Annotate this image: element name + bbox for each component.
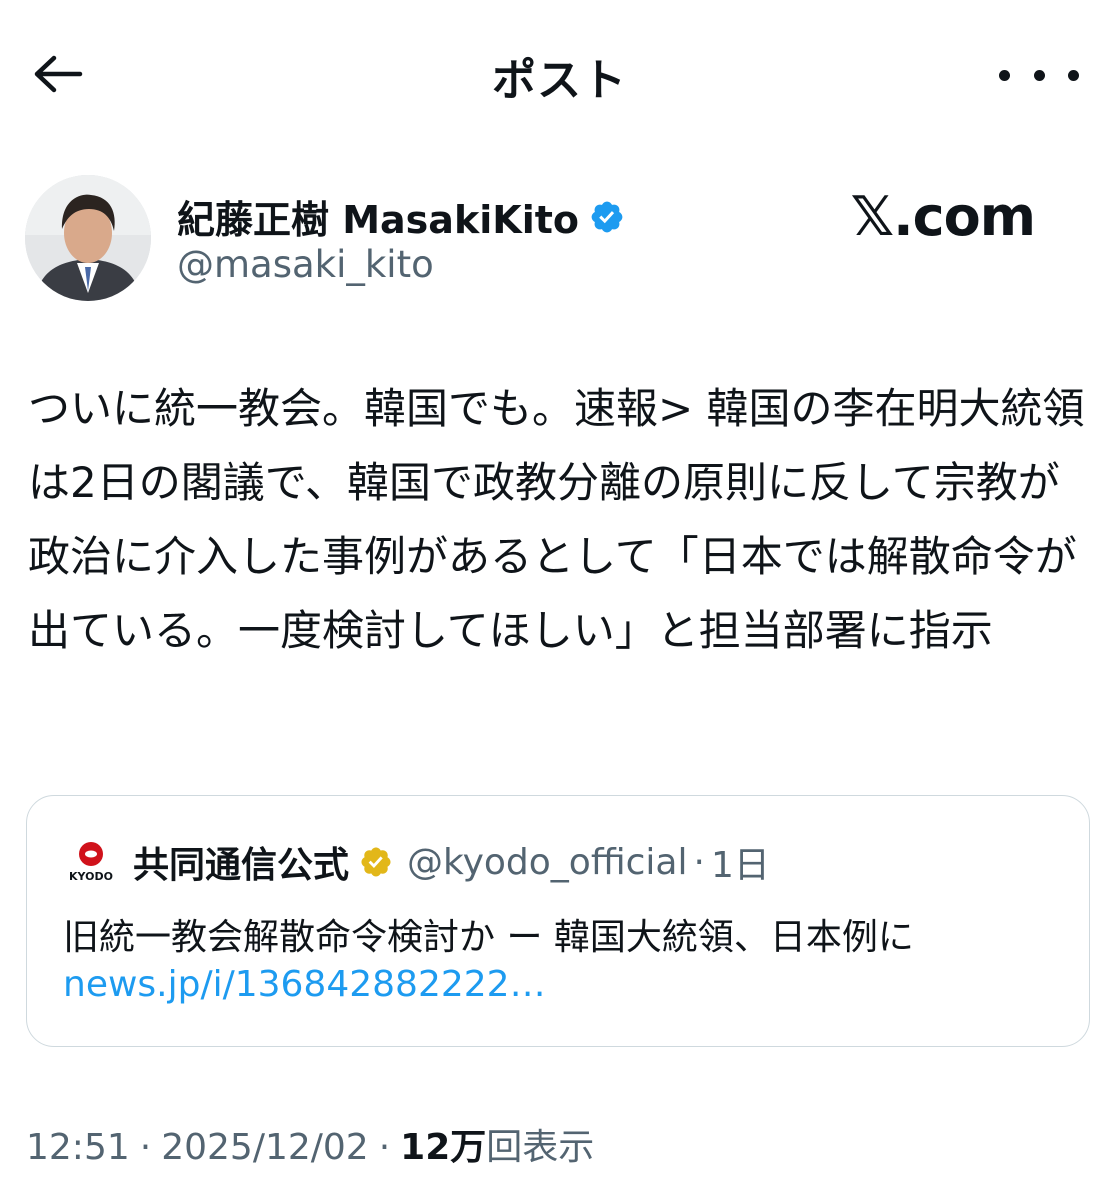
svg-text:KYODO: KYODO [69,870,113,883]
post-date[interactable]: 2025/12/02 [161,1127,369,1168]
quoted-post-card[interactable]: KYODO 共同通信公式 @kyodo_official · 1日 旧統一教会解… [26,795,1090,1047]
display-name[interactable]: 紀藤正樹 MasakiKito [177,189,579,244]
views-count[interactable]: 12万 [400,1118,486,1170]
x-com-watermark: 𝕏.com [850,185,1036,248]
quoted-timestamp: 1日 [710,845,770,886]
separator-dot: · [378,1127,391,1168]
quoted-display-name: 共同通信公式 [133,845,350,886]
verified-badge-icon [591,201,623,232]
avatar[interactable] [25,175,151,301]
quoted-post-header: KYODO 共同通信公式 @kyodo_official · 1日 [63,836,770,888]
page-title: ポスト [492,55,627,106]
more-options-button[interactable] [999,50,1079,100]
quoted-post-link[interactable]: news.jp/i/136842882222… [63,964,546,1005]
separator-dot: · [139,1127,152,1168]
quoted-post-text: 旧統一教会解散命令検討か ー 韓国大統領、日本例に [63,917,914,958]
post-meta: 12:51 · 2025/12/02 · 12万 回表示 [26,1118,594,1170]
views-label: 回表示 [486,1127,595,1168]
top-bar: ポスト [0,0,1119,150]
display-name-row: 紀藤正樹 MasakiKito [177,189,625,244]
post-time[interactable]: 12:51 [26,1127,130,1168]
post-text: ついに統一教会。韓国でも。速報> 韓国の李在明大統領は2日の閣議で、韓国で政教分… [28,384,1085,655]
avatar-image [25,175,151,301]
kyodo-logo: KYODO [63,840,119,884]
quoted-handle: @kyodo_official [407,841,688,883]
author-header: 紀藤正樹 MasakiKito @masaki_kito 𝕏.com [25,175,1095,305]
more-horizontal-icon [999,69,1010,81]
author-handle[interactable]: @masaki_kito [177,243,434,286]
separator-dot: · [693,841,705,883]
gold-verified-badge-icon [361,847,391,877]
